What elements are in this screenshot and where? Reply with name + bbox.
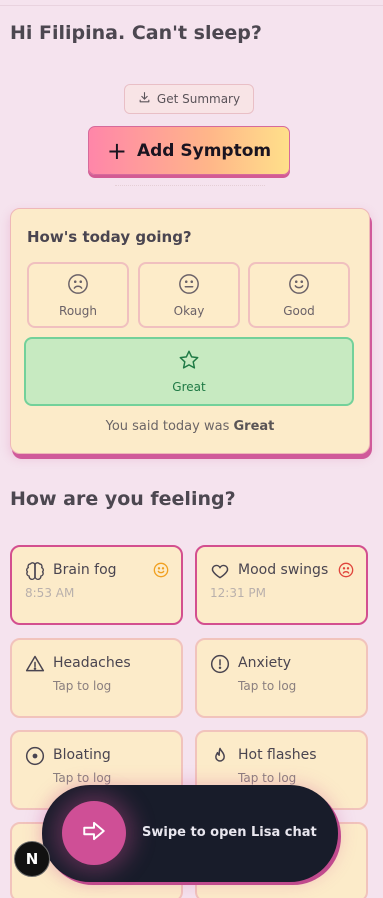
- smile-icon: [288, 273, 310, 298]
- top-divider: [0, 0, 383, 6]
- said-prefix: You said today was: [105, 419, 230, 434]
- symptom-name: Anxiety: [238, 655, 292, 671]
- symptom-hint: Tap to log: [238, 679, 297, 693]
- add-symptom-button[interactable]: + Add Symptom: [88, 126, 290, 175]
- symptom-name: Hot flashes: [238, 747, 317, 763]
- symptom-card-anxiety[interactable]: Anxiety Tap to log: [195, 638, 368, 718]
- today-said-text: You said today was Great: [11, 419, 369, 434]
- add-symptom-label: Add Symptom: [136, 140, 272, 161]
- symptom-hint: Tap to log: [53, 679, 112, 693]
- symptom-time: 12:31 PM: [210, 586, 266, 600]
- today-title: How's today going?: [27, 228, 192, 246]
- swipe-knob[interactable]: [62, 801, 126, 865]
- symptom-name: Bloating: [53, 747, 111, 763]
- neutral-face-icon: [178, 273, 200, 298]
- mood-label-okay: Okay: [173, 303, 205, 318]
- get-summary-label: Get Summary: [156, 92, 241, 106]
- arrow-right-icon: [81, 818, 107, 848]
- brain-icon: [25, 561, 45, 581]
- frown-icon: [67, 273, 89, 298]
- mood-option-good[interactable]: Good: [248, 262, 350, 328]
- feeling-heading: How are you feeling?: [10, 488, 236, 510]
- said-value: Great: [233, 419, 275, 434]
- circle-dot-icon: [25, 746, 45, 766]
- symptom-card-mood-swings[interactable]: Mood swings 12:31 PM: [195, 545, 368, 625]
- download-icon: [138, 91, 151, 107]
- mood-option-okay[interactable]: Okay: [138, 262, 240, 328]
- symptom-card-headaches[interactable]: Headaches Tap to log: [10, 638, 183, 718]
- flame-icon: [210, 746, 230, 766]
- symptom-name: Headaches: [53, 655, 131, 671]
- symptom-name: Brain fog: [53, 562, 117, 578]
- alert-circle-icon: [210, 654, 230, 674]
- symptom-hint: Tap to log: [53, 771, 112, 785]
- mood-label-rough: Rough: [59, 303, 97, 318]
- mood-option-great[interactable]: Great: [24, 337, 354, 406]
- chat-label: Swipe to open Lisa chat: [142, 825, 317, 840]
- mood-label-good: Good: [283, 303, 315, 318]
- frown-icon: [338, 562, 354, 578]
- mood-option-rough[interactable]: Rough: [27, 262, 129, 328]
- dev-tools-badge[interactable]: N: [14, 841, 50, 877]
- get-summary-button[interactable]: Get Summary: [124, 84, 254, 114]
- symptom-name: Mood swings: [238, 562, 329, 578]
- greeting-heading: Hi Filipina. Can't sleep?: [10, 22, 262, 44]
- smile-icon: [153, 562, 169, 578]
- warning-icon: [25, 654, 45, 674]
- symptom-card-brain-fog[interactable]: Brain fog 8:53 AM: [10, 545, 183, 625]
- today-mood-card: How's today going? Rough Okay Good Great…: [10, 208, 370, 454]
- mood-label-great: Great: [172, 380, 206, 394]
- star-icon: [178, 349, 200, 374]
- plus-icon: +: [106, 136, 127, 165]
- heart-icon: [210, 561, 230, 581]
- symptom-hint: Tap to log: [238, 771, 297, 785]
- add-symptom-underline: [115, 185, 265, 186]
- lisa-chat-swipe-bar[interactable]: Swipe to open Lisa chat: [42, 785, 338, 882]
- symptom-time: 8:53 AM: [25, 586, 75, 600]
